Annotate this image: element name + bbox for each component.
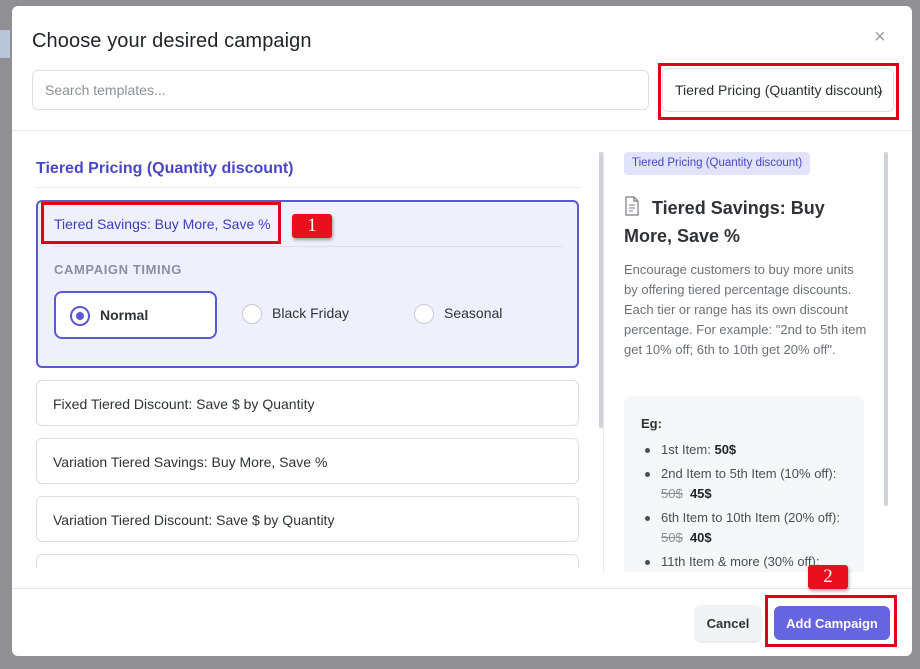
category-select[interactable]: Tiered Pricing (Quantity discount) ⌄: [662, 68, 894, 112]
timing-option-black-friday[interactable]: Black Friday: [228, 291, 388, 339]
timing-option-seasonal[interactable]: Seasonal: [400, 291, 560, 339]
pane-divider: [603, 152, 604, 572]
radio-icon: [242, 304, 262, 324]
header-divider: [12, 130, 912, 131]
campaign-modal: Choose your desired campaign × Tiered Pr…: [12, 6, 912, 656]
add-campaign-button[interactable]: Add Campaign: [774, 606, 890, 640]
example-list: 1st Item: 50$ 2nd Item to 5th Item (10% …: [645, 440, 850, 572]
footer-divider: [12, 588, 912, 589]
template-card-variation-discount[interactable]: Variation Tiered Discount: Save $ by Qua…: [36, 496, 579, 542]
template-detail: Tiered Pricing (Quantity discount) Tiere…: [624, 152, 868, 572]
category-select-value: Tiered Pricing (Quantity discount): [675, 82, 883, 98]
template-label: Tiered Savings: Buy More, Save %: [54, 216, 271, 232]
annotation-badge-1: 1: [292, 214, 332, 238]
campaign-timing-label: CAMPAIGN TIMING: [54, 262, 182, 277]
backdrop-page: [0, 30, 10, 58]
right-scrollbar[interactable]: [884, 152, 888, 506]
list-item: 1st Item: 50$: [645, 440, 850, 460]
timing-option-label: Normal: [100, 307, 149, 323]
close-icon[interactable]: ×: [874, 27, 890, 47]
modal-title: Choose your desired campaign: [32, 30, 312, 52]
template-label: Fixed Tiered Discount: Save $ by Quantit…: [53, 396, 315, 412]
timing-option-label: Black Friday: [272, 305, 350, 321]
card-divider: [54, 246, 562, 247]
example-label: Eg:: [641, 416, 662, 431]
template-card-fixed-tiered[interactable]: Fixed Tiered Discount: Save $ by Quantit…: [36, 380, 579, 426]
timing-option-label: Seasonal: [444, 305, 503, 321]
list-item: 2nd Item to 5th Item (10% off): 50$ 45$: [645, 464, 850, 504]
detail-description: Encourage customers to buy more units by…: [624, 262, 867, 357]
template-card-variation-savings[interactable]: Variation Tiered Savings: Buy More, Save…: [36, 438, 579, 484]
timing-option-normal[interactable]: Normal: [54, 291, 217, 339]
template-label: Variation Tiered Discount: Save $ by Qua…: [53, 512, 335, 528]
search-input[interactable]: [32, 70, 649, 110]
chevron-down-icon: ⌄: [874, 82, 885, 97]
list-item: 6th Item to 10th Item (20% off): 50$ 40$: [645, 508, 850, 548]
radio-selected-icon: [70, 306, 90, 326]
cancel-button[interactable]: Cancel: [695, 605, 761, 641]
template-label: Variation Tiered Savings: Buy More, Save…: [53, 454, 328, 470]
annotation-badge-2: 2: [808, 565, 848, 589]
example-box: Eg: 1st Item: 50$ 2nd Item to 5th Item (…: [624, 396, 864, 572]
group-divider: [36, 187, 580, 188]
template-card-partial[interactable]: [36, 554, 579, 568]
detail-title: Tiered Savings: Buy More, Save %: [624, 198, 825, 246]
category-tag: Tiered Pricing (Quantity discount): [624, 152, 811, 175]
radio-icon: [414, 304, 434, 324]
group-title: Tiered Pricing (Quantity discount): [36, 160, 294, 177]
